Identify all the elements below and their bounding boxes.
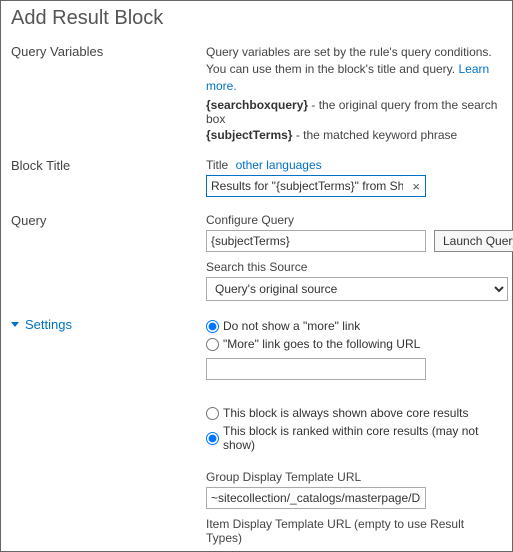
position-above-radio[interactable] [206, 407, 219, 420]
section-heading-query: Query [11, 213, 206, 301]
more-link-none-radio[interactable] [206, 320, 219, 333]
block-title-input[interactable] [207, 176, 407, 196]
section-heading-block-title: Block Title [11, 158, 206, 197]
group-template-label: Group Display Template URL [206, 470, 502, 484]
query-variable-desc: - the matched keyword phrase [292, 128, 457, 142]
position-above-label: This block is always shown above core re… [223, 406, 468, 420]
section-heading-query-variables: Query Variables [11, 44, 206, 142]
more-link-none-label: Do not show a "more" link [223, 319, 360, 333]
query-variable-row: {subjectTerms} - the matched keyword phr… [206, 128, 502, 142]
query-variables-description: Query variables are set by the rule's qu… [206, 44, 502, 94]
search-source-select[interactable]: Query's original source [206, 277, 508, 301]
other-languages-link[interactable]: other languages [236, 158, 322, 172]
search-source-label: Search this Source [206, 260, 508, 274]
position-within-radio[interactable] [206, 432, 219, 445]
configure-query-input[interactable] [206, 230, 426, 252]
more-link-url-input[interactable] [206, 358, 426, 380]
title-label-row: Title other languages [206, 158, 502, 172]
settings-heading: Settings [25, 317, 72, 332]
query-variables-desc-text: Query variables are set by the rule's qu… [206, 45, 492, 76]
title-label: Title [206, 158, 228, 172]
item-template-label: Item Display Template URL (empty to use … [206, 517, 502, 545]
query-variable-row: {searchboxquery} - the original query fr… [206, 98, 502, 126]
configure-query-label: Configure Query [206, 213, 426, 227]
group-template-input[interactable] [206, 487, 426, 509]
settings-toggle[interactable]: Settings [11, 317, 206, 332]
clear-title-icon[interactable]: × [407, 179, 425, 194]
query-variable-name: {subjectTerms} [206, 128, 292, 142]
more-link-url-radio[interactable] [206, 338, 219, 351]
caret-down-icon [11, 322, 19, 327]
launch-query-builder-button[interactable]: Launch Query Builder [434, 230, 513, 252]
query-variable-name: {searchboxquery} [206, 98, 308, 112]
dialog-title: Add Result Block [1, 1, 512, 44]
title-input-wrap: × [206, 175, 426, 197]
position-within-label: This block is ranked within core results… [223, 424, 502, 452]
more-link-url-label: "More" link goes to the following URL [223, 337, 420, 351]
